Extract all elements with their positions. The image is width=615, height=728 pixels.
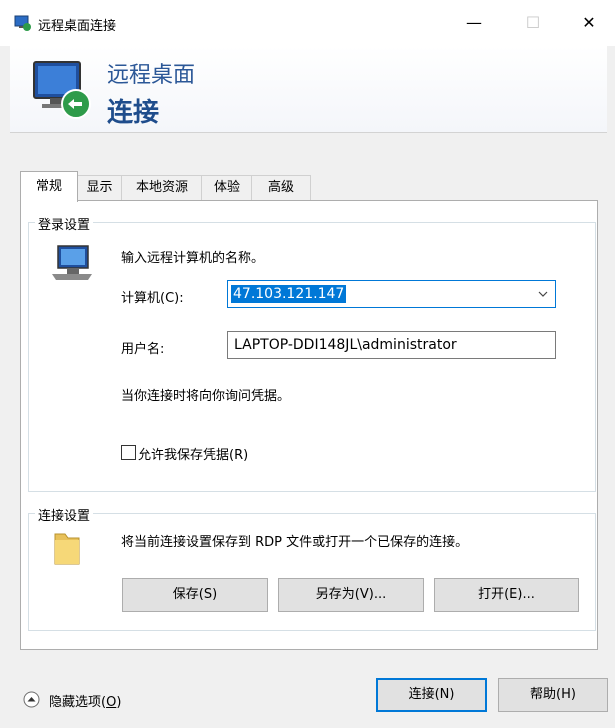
- username-field: LAPTOP-DDI148JL\administrator: [227, 331, 556, 359]
- tab-local-resources[interactable]: 本地资源: [121, 175, 203, 200]
- header-banner: [10, 46, 607, 133]
- save-button[interactable]: 保存(S): [122, 578, 268, 612]
- tab-advanced[interactable]: 高级: [251, 175, 311, 200]
- hide-options-access-key[interactable]: O: [106, 695, 116, 710]
- chevron-down-icon[interactable]: [538, 291, 548, 298]
- computer-name-prompt: 输入远程计算机的名称。: [121, 251, 265, 266]
- computer-input-value[interactable]: 47.103.121.147: [231, 285, 347, 303]
- collapse-up-icon[interactable]: [23, 691, 40, 708]
- maximize-button: ☐: [525, 13, 541, 32]
- credentials-note: 当你连接时将向你询问凭据。: [121, 389, 291, 404]
- window-title: 远程桌面连接: [38, 19, 117, 34]
- username-label: 用户名:: [121, 342, 165, 357]
- help-button[interactable]: 帮助(H): [498, 678, 608, 712]
- open-button[interactable]: 打开(E)...: [434, 578, 579, 612]
- folder-icon: [54, 533, 80, 565]
- banner-title-line2: 连接: [107, 98, 160, 128]
- tab-general[interactable]: 常规: [20, 171, 78, 202]
- computer-combobox[interactable]: 47.103.121.147: [227, 280, 556, 308]
- computer-icon: [52, 245, 92, 280]
- hide-options-text[interactable]: 隐藏选项(: [49, 695, 106, 710]
- login-settings-legend: 登录设置: [35, 214, 94, 233]
- save-credentials-checkbox[interactable]: [121, 445, 136, 460]
- connect-button[interactable]: 连接(N): [376, 678, 487, 712]
- minimize-button[interactable]: —: [451, 8, 497, 38]
- remote-desktop-app-icon: [14, 15, 31, 31]
- tab-experience[interactable]: 体验: [201, 175, 253, 200]
- hide-options-toggle[interactable]: 隐藏选项(O): [20, 688, 170, 710]
- connection-settings-legend: 连接设置: [35, 505, 94, 524]
- close-button[interactable]: ✕: [566, 8, 612, 38]
- title-bar[interactable]: 远程桌面连接 — ☐ ✕: [0, 0, 615, 46]
- save-as-button[interactable]: 另存为(V)...: [278, 578, 424, 612]
- hide-options-label[interactable]: 隐藏选项(O): [49, 691, 121, 710]
- tab-display[interactable]: 显示: [76, 175, 123, 200]
- hide-options-close-paren[interactable]: ): [116, 695, 121, 710]
- computer-label: 计算机(C):: [121, 291, 184, 306]
- connection-description: 将当前连接设置保存到 RDP 文件或打开一个已保存的连接。: [121, 535, 469, 550]
- banner-title-line1: 远程桌面: [107, 63, 196, 88]
- remote-desktop-computer-icon: [33, 61, 91, 119]
- save-credentials-label[interactable]: 允许我保存凭据(R): [138, 444, 248, 463]
- username-value: LAPTOP-DDI148JL\administrator: [234, 337, 457, 353]
